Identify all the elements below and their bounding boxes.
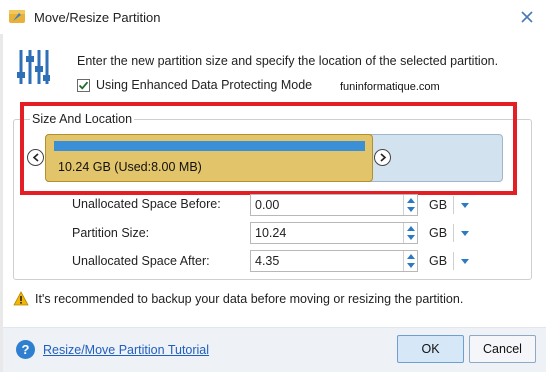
cancel-button[interactable]: Cancel bbox=[469, 335, 536, 363]
unit-dropdown-icon[interactable] bbox=[461, 259, 469, 264]
unallocated-after-value: 4.35 bbox=[255, 254, 280, 268]
spin-down-icon[interactable] bbox=[407, 207, 415, 212]
enhanced-protection-checkbox[interactable] bbox=[77, 78, 90, 92]
unallocated-after-label: Unallocated Space After: bbox=[72, 254, 210, 268]
spin-down-icon[interactable] bbox=[407, 263, 415, 268]
unallocated-after-input[interactable]: 4.35 bbox=[250, 250, 418, 272]
partition-size-input[interactable]: 10.24 bbox=[250, 222, 418, 244]
tutorial-link[interactable]: Resize/Move Partition Tutorial bbox=[43, 343, 209, 357]
unallocated-before-input[interactable]: 0.00 bbox=[250, 194, 418, 216]
unallocated-before-value: 0.00 bbox=[255, 198, 280, 212]
window-title: Move/Resize Partition bbox=[34, 10, 161, 25]
partition-size-spinner[interactable] bbox=[403, 223, 417, 243]
partition-size-value: 10.24 bbox=[255, 226, 287, 240]
enhanced-protection-label[interactable]: Using Enhanced Data Protecting Mode bbox=[96, 78, 312, 92]
partition-wizard-icon bbox=[9, 10, 25, 23]
warning-text: It's recommended to backup your data bef… bbox=[35, 292, 464, 306]
unit-separator bbox=[453, 252, 454, 270]
window-left-edge bbox=[0, 34, 3, 372]
unit-separator bbox=[453, 196, 454, 214]
highlight-rectangle bbox=[20, 102, 517, 195]
unallocated-after-spinner[interactable] bbox=[403, 251, 417, 271]
close-icon bbox=[521, 11, 533, 23]
sliders-icon bbox=[17, 50, 50, 84]
warning-icon bbox=[13, 291, 29, 306]
title-bar: Move/Resize Partition bbox=[0, 0, 546, 34]
unallocated-before-label: Unallocated Space Before: bbox=[72, 197, 221, 211]
unallocated-after-unit: GB bbox=[429, 254, 448, 268]
spin-up-icon[interactable] bbox=[407, 254, 415, 259]
spin-up-icon[interactable] bbox=[407, 226, 415, 231]
enhanced-protection-row: Using Enhanced Data Protecting Mode bbox=[77, 78, 312, 92]
watermark-text: funinformatique.com bbox=[340, 81, 440, 93]
unit-dropdown-icon[interactable] bbox=[461, 203, 469, 208]
help-icon[interactable]: ? bbox=[16, 340, 35, 359]
unit-dropdown-icon[interactable] bbox=[461, 231, 469, 236]
partition-size-unit: GB bbox=[429, 226, 448, 240]
unallocated-before-spinner[interactable] bbox=[403, 195, 417, 215]
unit-separator bbox=[453, 224, 454, 242]
spin-down-icon[interactable] bbox=[407, 235, 415, 240]
checkmark-icon bbox=[78, 81, 89, 90]
spin-up-icon[interactable] bbox=[407, 198, 415, 203]
ok-button[interactable]: OK bbox=[397, 335, 464, 363]
unallocated-before-unit: GB bbox=[429, 198, 448, 212]
partition-size-field-label: Partition Size: bbox=[72, 226, 150, 240]
instruction-text: Enter the new partition size and specify… bbox=[77, 54, 499, 68]
close-button[interactable] bbox=[516, 6, 538, 28]
